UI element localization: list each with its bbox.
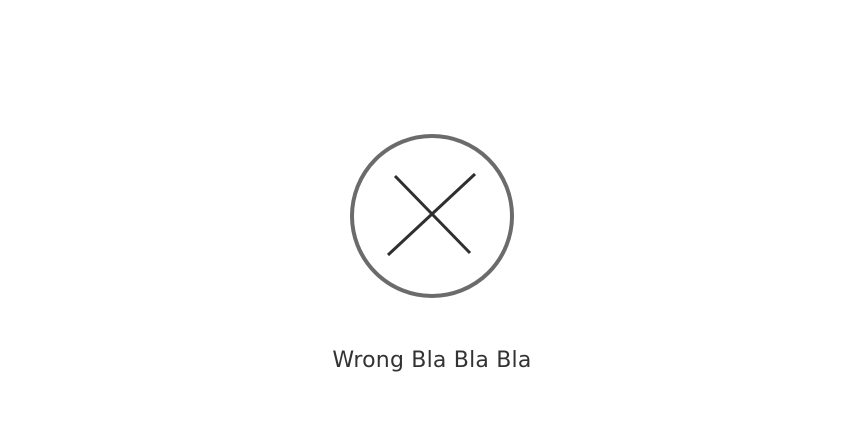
error-close-icon: [350, 134, 514, 298]
error-message: Wrong Bla Bla Bla: [332, 348, 532, 373]
error-screen: Wrong Bla Bla Bla: [0, 0, 864, 432]
